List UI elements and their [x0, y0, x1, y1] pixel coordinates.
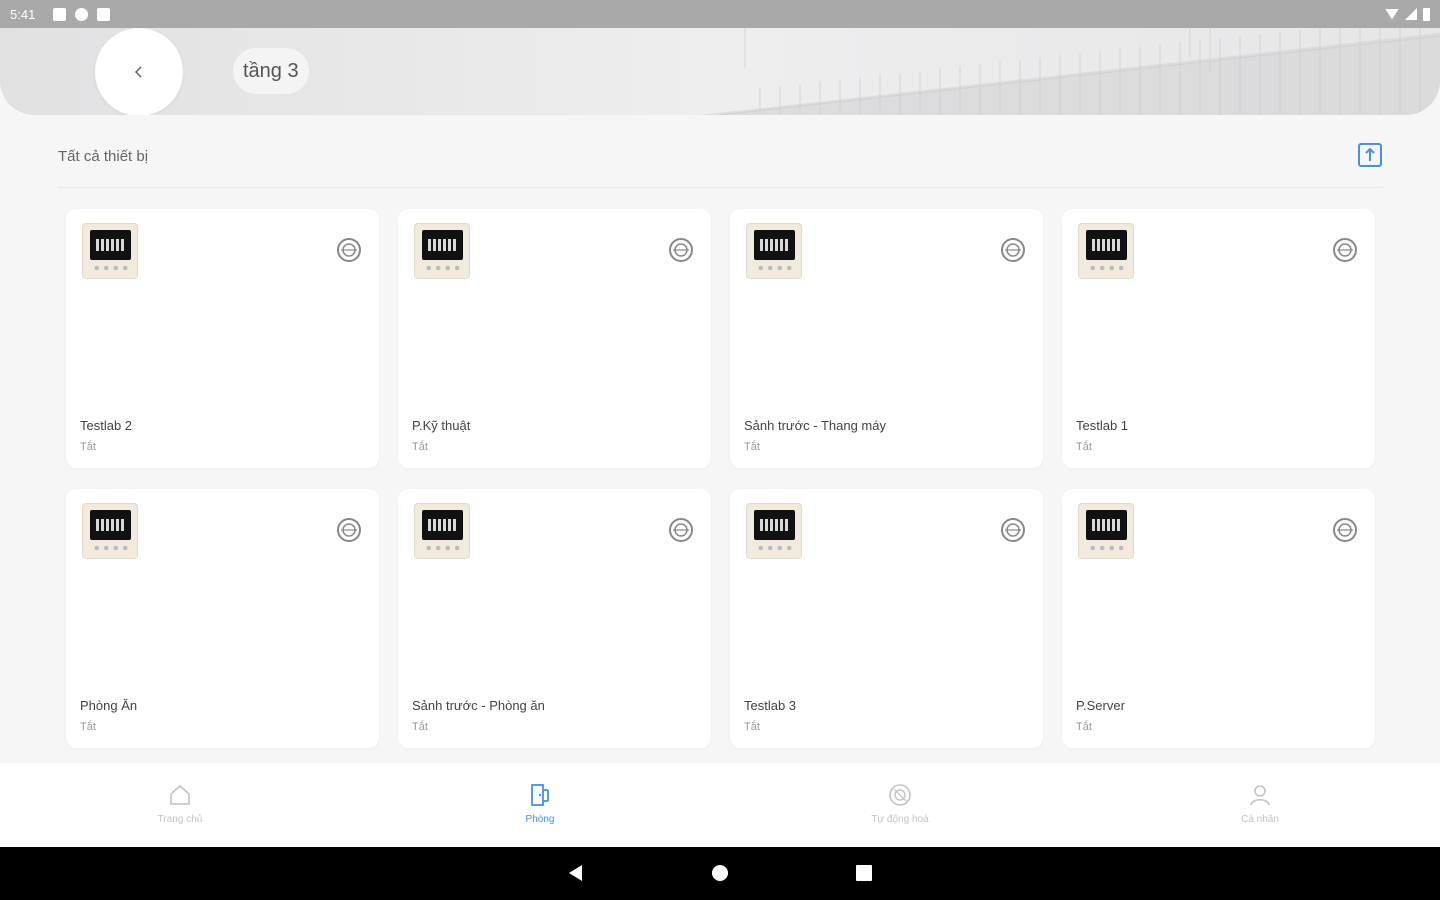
bottom-navigation: Trang chủ Phòng Tự động hoá Cá nhân	[0, 763, 1440, 847]
home-icon	[170, 784, 190, 805]
system-home-button[interactable]	[708, 861, 732, 885]
status-time: 5:41	[10, 6, 36, 22]
header: tầng 3	[0, 28, 1440, 115]
device-card[interactable]: Testlab 3 Tắt	[730, 489, 1043, 748]
device-card[interactable]: Sảnh trước - Thang máy Tắt	[730, 209, 1043, 468]
device-state: Tắt	[1076, 721, 1092, 733]
device-name: Testlab 2	[80, 418, 133, 433]
device-control-icon[interactable]	[667, 516, 695, 544]
device-control-icon[interactable]	[1331, 236, 1359, 264]
thermostat-icon	[414, 503, 470, 559]
system-back-button[interactable]	[564, 861, 588, 885]
device-name: P.Kỹ thuật	[412, 418, 471, 433]
status-bar: 5:41	[0, 0, 1440, 28]
page-title: tầng 3	[233, 48, 309, 94]
thermostat-icon	[746, 503, 802, 559]
device-name: Testlab 1	[1076, 418, 1129, 433]
nav-label: Trang chủ	[157, 814, 203, 825]
device-card[interactable]: Testlab 1 Tắt	[1062, 209, 1375, 468]
device-card[interactable]: Sảnh trước - Phòng ăn Tắt	[398, 489, 711, 748]
nav-item-rooms[interactable]: Phòng	[360, 763, 720, 847]
nav-label: Tự động hoá	[871, 814, 929, 825]
thermostat-icon	[82, 223, 138, 279]
thermostat-icon	[414, 223, 470, 279]
device-name: Sảnh trước - Phòng ăn	[412, 698, 545, 713]
device-control-icon[interactable]	[335, 236, 363, 264]
nav-label: Cá nhân	[1241, 814, 1279, 825]
header-decoration	[700, 28, 1440, 115]
triangle-back-icon	[569, 865, 582, 881]
sim-card-icon	[97, 7, 111, 21]
device-name: Phòng Ăn	[80, 698, 138, 713]
nav-item-automation[interactable]: Tự động hoá	[720, 763, 1080, 847]
door-icon	[531, 784, 549, 806]
nav-item-profile[interactable]: Cá nhân	[1080, 763, 1440, 847]
section-header: Tất cả thiết bị	[58, 142, 1383, 188]
nav-label: Phòng	[525, 814, 555, 825]
device-name: Testlab 3	[744, 698, 797, 713]
device-grid: Testlab 2 Tắt P.Kỹ thuật Tắt Sảnh trước …	[66, 209, 1376, 748]
device-control-icon[interactable]	[999, 236, 1027, 264]
add-device-button[interactable]	[1357, 142, 1383, 168]
device-control-icon[interactable]	[1331, 516, 1359, 544]
device-control-icon[interactable]	[667, 236, 695, 264]
back-button[interactable]	[95, 28, 183, 115]
device-card[interactable]: P.Kỹ thuật Tắt	[398, 209, 711, 468]
thermostat-icon	[1078, 503, 1134, 559]
circle-home-icon	[712, 865, 728, 881]
device-state: Tắt	[412, 721, 428, 733]
wifi-icon	[1385, 8, 1399, 20]
automation-icon	[889, 784, 911, 806]
square-recents-icon	[856, 865, 872, 881]
device-card[interactable]: P.Server Tắt	[1062, 489, 1375, 748]
app-notification-icon	[75, 7, 89, 21]
system-navigation-bar	[0, 847, 1440, 900]
device-state: Tắt	[412, 441, 428, 453]
device-state: Tắt	[80, 441, 96, 453]
device-control-icon[interactable]	[999, 516, 1027, 544]
device-state: Tắt	[744, 721, 760, 733]
device-card[interactable]: Phòng Ăn Tắt	[66, 489, 379, 748]
person-icon	[1250, 785, 1270, 806]
device-state: Tắt	[80, 721, 96, 733]
thermostat-icon	[746, 223, 802, 279]
device-state: Tắt	[1076, 441, 1092, 453]
device-name: P.Server	[1076, 698, 1125, 713]
device-control-icon[interactable]	[335, 516, 363, 544]
device-card[interactable]: Testlab 2 Tắt	[66, 209, 379, 468]
nav-item-home[interactable]: Trang chủ	[0, 763, 360, 847]
device-state: Tắt	[744, 441, 760, 453]
section-title: Tất cả thiết bị	[58, 148, 149, 165]
notification-icon	[53, 7, 67, 21]
thermostat-icon	[82, 503, 138, 559]
battery-icon	[1423, 7, 1430, 21]
signal-icon	[1405, 8, 1417, 20]
thermostat-icon	[1078, 223, 1134, 279]
system-recents-button[interactable]	[852, 861, 876, 885]
device-name: Sảnh trước - Thang máy	[744, 418, 886, 433]
chevron-left-icon	[134, 66, 142, 78]
